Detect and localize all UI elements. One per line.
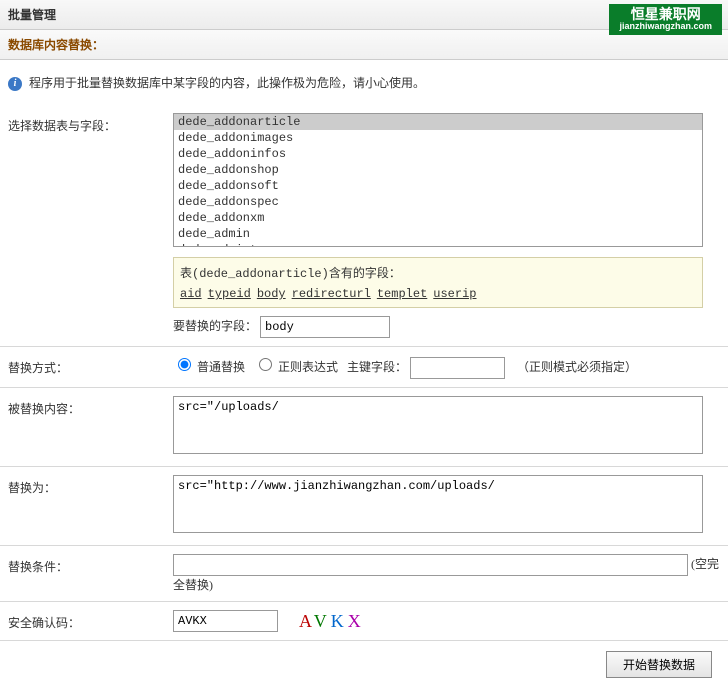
page-title: 批量管理	[8, 8, 56, 22]
table-option[interactable]: dede_admin	[174, 226, 702, 242]
label-security-code: 安全确认码：	[8, 610, 173, 632]
label-replace-to: 替换为：	[8, 475, 173, 537]
row-replace-to: 替换为：	[0, 467, 728, 546]
logo-subtext: jianzhiwangzhan.com	[619, 22, 712, 32]
label-replace-mode: 替换方式：	[8, 355, 173, 379]
captcha-image: AVKX	[293, 611, 371, 632]
replace-cond-input[interactable]	[173, 554, 688, 576]
field-link[interactable]: aid	[180, 287, 202, 301]
site-logo[interactable]: 恒星兼职网 jianzhiwangzhan.com	[609, 4, 722, 35]
radio-regex-text: 正则表达式	[278, 360, 338, 374]
row-select-table: 选择数据表与字段： dede_addonarticledede_addonima…	[0, 105, 728, 347]
label-select-table: 选择数据表与字段：	[8, 113, 173, 338]
radio-regex[interactable]	[259, 358, 272, 371]
security-code-input[interactable]	[173, 610, 278, 632]
replaced-content-input[interactable]	[173, 396, 703, 454]
table-option[interactable]: dede_addonshop	[174, 162, 702, 178]
table-listbox[interactable]: dede_addonarticledede_addonimagesdede_ad…	[173, 113, 703, 247]
field-link[interactable]: userip	[433, 287, 476, 301]
field-to-replace-label: 要替换的字段：	[173, 319, 257, 333]
submit-button[interactable]: 开始替换数据	[606, 651, 712, 678]
logo-text: 恒星兼职网	[631, 6, 701, 22]
label-replaced-content: 被替换内容：	[8, 396, 173, 458]
row-replace-mode: 替换方式： 普通替换 正则表达式 主键字段： （正则模式必须指定）	[0, 347, 728, 388]
radio-regex-label[interactable]: 正则表达式	[254, 360, 341, 374]
submit-row: 开始替换数据	[0, 641, 728, 688]
table-option[interactable]: dede_addonimages	[174, 130, 702, 146]
radio-normal[interactable]	[178, 358, 191, 371]
table-option[interactable]: dede_addonxm	[174, 210, 702, 226]
field-link[interactable]: templet	[377, 287, 427, 301]
table-fields-box: 表(dede_addonarticle)含有的字段： aid typeid body…	[173, 257, 703, 308]
table-fields-list: aid typeid body redirecturl templet userip	[180, 287, 696, 301]
table-option[interactable]: dede_addonsoft	[174, 178, 702, 194]
regex-note: （正则模式必须指定）	[517, 360, 637, 374]
table-option[interactable]: dede_addonspec	[174, 194, 702, 210]
field-to-replace-input[interactable]	[260, 316, 390, 338]
table-option[interactable]: dede_addonarticle	[174, 114, 702, 130]
field-to-replace-row: 要替换的字段：	[173, 316, 720, 338]
title-bar: 批量管理 恒星兼职网 jianzhiwangzhan.com	[0, 0, 728, 30]
table-fields-title: 表(dede_addonarticle)含有的字段：	[180, 264, 696, 281]
table-option[interactable]: dede_addoninfos	[174, 146, 702, 162]
field-link[interactable]: body	[257, 287, 286, 301]
row-replace-cond: 替换条件： (空完全替换)	[0, 546, 728, 602]
row-security-code: 安全确认码： AVKX	[0, 602, 728, 641]
radio-normal-text: 普通替换	[197, 360, 245, 374]
pk-label: 主键字段：	[347, 360, 407, 374]
warning-text: 程序用于批量替换数据库中某字段的内容，此操作极为危险，请小心使用。	[29, 76, 425, 90]
field-link[interactable]: redirecturl	[292, 287, 371, 301]
field-link[interactable]: typeid	[208, 287, 251, 301]
row-replaced-content: 被替换内容：	[0, 388, 728, 467]
radio-normal-label[interactable]: 普通替换	[173, 360, 248, 374]
replace-to-input[interactable]	[173, 475, 703, 533]
table-option[interactable]: dede_admintype	[174, 242, 702, 247]
pk-input[interactable]	[410, 357, 505, 379]
info-icon: i	[8, 77, 22, 91]
label-replace-cond: 替换条件：	[8, 554, 173, 593]
warning-row: i 程序用于批量替换数据库中某字段的内容，此操作极为危险，请小心使用。	[0, 60, 728, 105]
